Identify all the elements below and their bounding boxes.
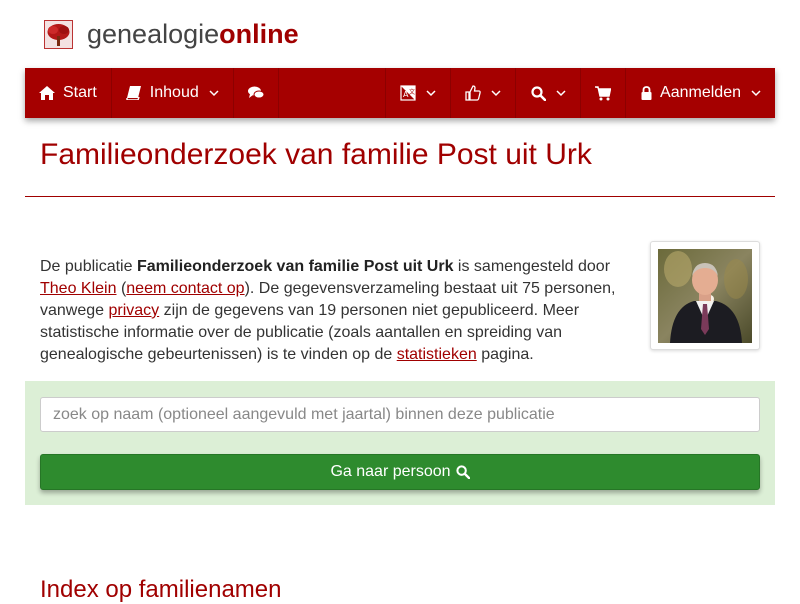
language-icon: A文 bbox=[400, 85, 416, 101]
publication-title: Familieonderzoek van familie Post uit Ur… bbox=[136, 258, 454, 275]
page-title: Familieonderzoek van familie Post uit Ur… bbox=[40, 138, 592, 171]
nav-language[interactable]: A文 bbox=[386, 68, 452, 118]
nav-spacer bbox=[279, 68, 387, 118]
intro-text: De publicatie bbox=[40, 258, 137, 275]
title-divider bbox=[25, 196, 775, 197]
site-logo[interactable]: genealogieonline bbox=[44, 14, 299, 54]
contact-link[interactable]: neem contact op bbox=[126, 280, 244, 297]
nav-forum[interactable] bbox=[234, 68, 279, 118]
chevron-down-icon bbox=[491, 88, 501, 98]
main-navbar: Start Inhoud A文 Aanmelden bbox=[25, 68, 775, 118]
publication-intro: De publicatie Familieonderzoek van famil… bbox=[40, 256, 625, 366]
nav-aanmelden-label: Aanmelden bbox=[660, 84, 741, 101]
privacy-link[interactable]: privacy bbox=[109, 302, 160, 319]
svg-text:文: 文 bbox=[409, 88, 415, 96]
site-name-part1: genealogie bbox=[87, 18, 220, 49]
search-icon bbox=[455, 465, 470, 479]
nav-start-label: Start bbox=[63, 84, 97, 101]
author-link[interactable]: Theo Klein bbox=[40, 280, 117, 297]
author-portrait-image bbox=[658, 249, 752, 343]
nav-aanmelden[interactable]: Aanmelden bbox=[626, 68, 775, 118]
nav-thumbs[interactable] bbox=[451, 68, 517, 118]
home-icon bbox=[39, 85, 55, 101]
intro-text: is samengesteld door bbox=[453, 258, 611, 275]
search-icon bbox=[530, 85, 546, 101]
intro-text: pagina. bbox=[476, 346, 534, 363]
nav-inhoud[interactable]: Inhoud bbox=[112, 68, 234, 118]
go-to-person-label: Ga naar persoon bbox=[330, 463, 451, 480]
thumbs-up-icon bbox=[465, 85, 481, 101]
cart-icon bbox=[595, 85, 612, 101]
nav-search[interactable] bbox=[516, 68, 582, 118]
search-panel: Ga naar persoon bbox=[25, 381, 775, 505]
book-icon bbox=[126, 85, 142, 101]
site-name: genealogieonline bbox=[87, 19, 299, 50]
site-name-part2: online bbox=[219, 18, 299, 49]
search-input[interactable] bbox=[40, 397, 760, 432]
nav-inhoud-label: Inhoud bbox=[149, 84, 199, 101]
lock-icon bbox=[640, 85, 652, 101]
chevron-down-icon bbox=[556, 88, 566, 98]
intro-text: ( bbox=[116, 280, 127, 297]
author-photo[interactable] bbox=[650, 241, 760, 350]
chevron-down-icon bbox=[426, 88, 436, 98]
comments-icon bbox=[247, 85, 264, 101]
tree-icon bbox=[44, 19, 73, 49]
nav-start[interactable]: Start bbox=[25, 68, 112, 118]
go-to-person-button[interactable]: Ga naar persoon bbox=[40, 454, 760, 490]
chevron-down-icon bbox=[751, 88, 761, 98]
chevron-down-icon bbox=[209, 88, 219, 98]
statistics-link[interactable]: statistieken bbox=[397, 346, 477, 363]
nav-cart[interactable] bbox=[581, 68, 627, 118]
